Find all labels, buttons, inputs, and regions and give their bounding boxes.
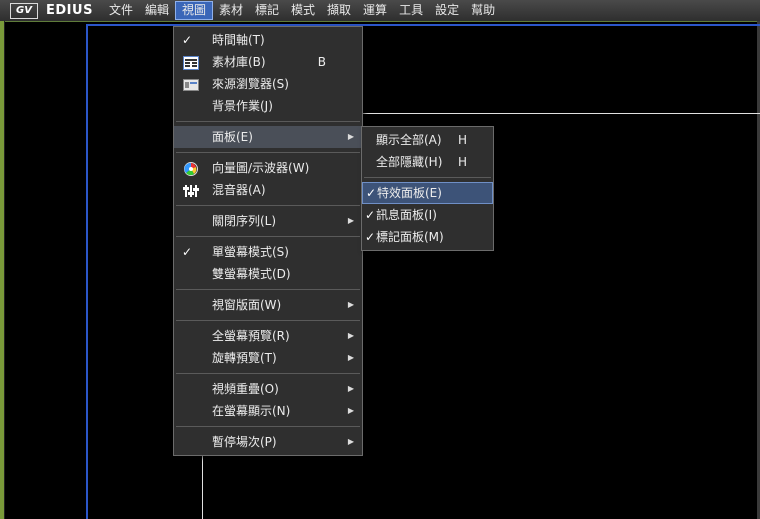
view-menu: ✓ 時間軸(T) 素材庫(B) B 來源瀏覽器(S) 背景作業(J) 面板(E)… bbox=[173, 26, 363, 456]
preview-guide-vertical bbox=[202, 452, 203, 519]
check-icon: ✓ bbox=[366, 186, 377, 200]
shortcut-bin: B bbox=[317, 55, 326, 69]
submenu-arrow-icon: ▶ bbox=[347, 331, 354, 340]
brand-name: EDIUS bbox=[46, 3, 93, 18]
edius-window: GV EDIUS 文件 編輯 視圖 素材 標記 模式 擷取 運算 工具 設定 幫… bbox=[0, 0, 760, 519]
menu-separator bbox=[176, 152, 360, 153]
menu-item-on-screen-display[interactable]: 在螢幕顯示(N) ▶ bbox=[174, 400, 362, 422]
menu-separator bbox=[364, 177, 491, 178]
menu-clip[interactable]: 素材 bbox=[213, 1, 249, 20]
menu-file[interactable]: 文件 bbox=[103, 1, 139, 20]
menu-help[interactable]: 幫助 bbox=[465, 1, 501, 20]
submenu-item-marker-panel[interactable]: ✓ 標記面板(M) bbox=[362, 226, 493, 248]
submenu-arrow-icon: ▶ bbox=[347, 437, 354, 446]
menu-separator bbox=[176, 236, 360, 237]
check-icon: ✓ bbox=[182, 33, 193, 47]
menu-item-bin[interactable]: 素材庫(B) B bbox=[174, 51, 362, 73]
menu-item-mixer[interactable]: 混音器(A) bbox=[174, 179, 362, 201]
menu-marker[interactable]: 標記 bbox=[249, 1, 285, 20]
menu-separator bbox=[176, 289, 360, 290]
menu-separator bbox=[176, 320, 360, 321]
preview-guide-horizontal bbox=[360, 113, 760, 114]
shortcut-show-all: H bbox=[457, 133, 467, 147]
menu-item-fullscreen-preview[interactable]: 全螢幕預覽(R) ▶ bbox=[174, 325, 362, 347]
submenu-arrow-icon: ▶ bbox=[347, 384, 354, 393]
menu-capture[interactable]: 擷取 bbox=[321, 1, 357, 20]
menu-view[interactable]: 視圖 bbox=[174, 1, 213, 20]
submenu-arrow-icon: ▶ bbox=[347, 353, 354, 362]
menu-item-background-jobs[interactable]: 背景作業(J) bbox=[174, 95, 362, 117]
submenu-arrow-icon: ▶ bbox=[347, 216, 354, 225]
menu-settings[interactable]: 設定 bbox=[429, 1, 465, 20]
menu-tools[interactable]: 工具 bbox=[393, 1, 429, 20]
menu-render[interactable]: 運算 bbox=[357, 1, 393, 20]
panel-submenu: 顯示全部(A) H 全部隱藏(H) H ✓ 特效面板(E) ✓ 訊息面板(I) … bbox=[361, 126, 494, 251]
check-icon: ✓ bbox=[182, 245, 193, 259]
shortcut-hide-all: H bbox=[457, 155, 467, 169]
menu-separator bbox=[176, 426, 360, 427]
submenu-item-info-panel[interactable]: ✓ 訊息面板(I) bbox=[362, 204, 493, 226]
source-browser-icon bbox=[183, 77, 199, 91]
submenu-item-show-all[interactable]: 顯示全部(A) H bbox=[362, 129, 493, 151]
mixer-icon bbox=[183, 183, 199, 197]
menu-item-window-layout[interactable]: 視窗版面(W) ▶ bbox=[174, 294, 362, 316]
menu-bar: GV EDIUS 文件 編輯 視圖 素材 標記 模式 擷取 運算 工具 設定 幫… bbox=[0, 0, 760, 22]
menu-item-source-browser[interactable]: 來源瀏覽器(S) bbox=[174, 73, 362, 95]
menu-item-pause-scene[interactable]: 暫停場次(P) ▶ bbox=[174, 431, 362, 453]
submenu-arrow-icon: ▶ bbox=[347, 132, 354, 141]
menu-item-rotate-preview[interactable]: 旋轉預覽(T) ▶ bbox=[174, 347, 362, 369]
menu-item-panel[interactable]: 面板(E) ▶ bbox=[174, 126, 362, 148]
menu-edit[interactable]: 編輯 bbox=[139, 1, 175, 20]
menu-item-vectorscope[interactable]: 向量圖/示波器(W) bbox=[174, 157, 362, 179]
menu-separator bbox=[176, 121, 360, 122]
menu-separator bbox=[176, 373, 360, 374]
submenu-item-hide-all[interactable]: 全部隱藏(H) H bbox=[362, 151, 493, 173]
divider bbox=[4, 21, 5, 519]
check-icon: ✓ bbox=[365, 230, 376, 244]
submenu-arrow-icon: ▶ bbox=[347, 406, 354, 415]
check-icon: ✓ bbox=[365, 208, 376, 222]
menu-item-video-overlay[interactable]: 視頻重疊(O) ▶ bbox=[174, 378, 362, 400]
vectorscope-icon bbox=[183, 161, 199, 176]
menu-item-close-sequence[interactable]: 關閉序列(L) ▶ bbox=[174, 210, 362, 232]
bin-icon bbox=[183, 55, 199, 70]
menu-mode[interactable]: 模式 bbox=[285, 1, 321, 20]
menu-item-single-screen[interactable]: ✓ 單螢幕模式(S) bbox=[174, 241, 362, 263]
menu-item-dual-screen[interactable]: 雙螢幕模式(D) bbox=[174, 263, 362, 285]
submenu-arrow-icon: ▶ bbox=[347, 300, 354, 309]
gv-logo: GV bbox=[10, 2, 38, 19]
menu-item-timeline[interactable]: ✓ 時間軸(T) bbox=[174, 29, 362, 51]
menu-separator bbox=[176, 205, 360, 206]
submenu-item-effect-panel[interactable]: ✓ 特效面板(E) bbox=[362, 182, 493, 204]
